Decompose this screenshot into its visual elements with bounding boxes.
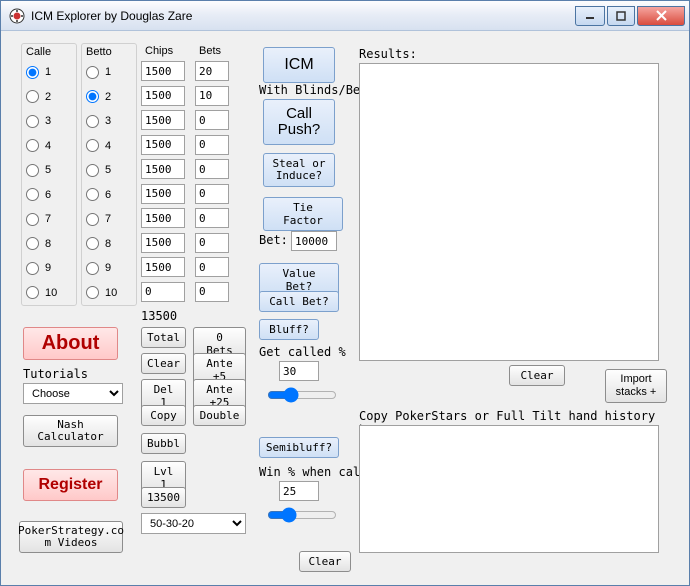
icm-button[interactable]: ICM — [263, 47, 335, 83]
caller-radio-8[interactable]: 8 — [22, 232, 76, 257]
caller-radio-6[interactable]: 6 — [22, 183, 76, 208]
bets-input-6[interactable] — [195, 184, 229, 204]
bettor-radio-10[interactable]: 10 — [82, 281, 136, 306]
caller-radio-3[interactable]: 3 — [22, 109, 76, 134]
pokerstrategy-videos-button[interactable]: PokerStrategy.co m Videos — [19, 521, 123, 553]
bettor-radio-3[interactable]: 3 — [82, 109, 136, 134]
caller-radio-7[interactable]: 7 — [22, 207, 76, 232]
tutorials-select[interactable]: Choose — [23, 383, 123, 404]
close-button[interactable] — [637, 6, 685, 26]
tie-factor-button[interactable]: Tie Factor — [263, 197, 343, 231]
chips-input-5[interactable] — [141, 159, 185, 179]
steal-or-induce-button[interactable]: Steal or Induce? — [263, 153, 335, 187]
clear-stacks-button[interactable]: Clear — [141, 353, 186, 374]
minimize-button[interactable] — [575, 6, 605, 26]
bet-input[interactable] — [291, 231, 337, 251]
results-textarea[interactable] — [359, 63, 659, 361]
nash-calculator-button[interactable]: Nash Calculator — [23, 415, 118, 447]
win-pct-slider[interactable] — [267, 507, 337, 523]
chips-input-8[interactable] — [141, 233, 185, 253]
bets-input-1[interactable] — [195, 61, 229, 81]
payout-select[interactable]: 50-30-20 — [141, 513, 246, 534]
window-title: ICM Explorer by Douglas Zare — [31, 9, 573, 23]
chips-input-4[interactable] — [141, 135, 185, 155]
chips-input-9[interactable] — [141, 257, 185, 277]
tutorials-label: Tutorials — [23, 367, 88, 381]
win-pct-input[interactable] — [279, 481, 319, 501]
stack-total-button[interactable]: 13500 — [141, 487, 186, 508]
caller-radio-2[interactable]: 2 — [22, 85, 76, 110]
bets-input-9[interactable] — [195, 257, 229, 277]
chips-input-6[interactable] — [141, 184, 185, 204]
chips-input-10[interactable] — [141, 282, 185, 302]
about-button[interactable]: About — [23, 327, 118, 360]
call-push-button[interactable]: Call Push? — [263, 99, 335, 145]
call-bet-button[interactable]: Call Bet? — [259, 291, 339, 312]
bettor-radio-5[interactable]: 5 — [82, 158, 136, 183]
clear-results-button[interactable]: Clear — [509, 365, 565, 386]
hand-history-textarea[interactable] — [359, 425, 659, 553]
chips-input-2[interactable] — [141, 86, 185, 106]
total-button[interactable]: Total — [141, 327, 186, 348]
maximize-button[interactable] — [607, 6, 635, 26]
caller-radio-1[interactable]: 1 — [22, 60, 76, 85]
chips-input-7[interactable] — [141, 208, 185, 228]
chips-input-1[interactable] — [141, 61, 185, 81]
bets-input-7[interactable] — [195, 208, 229, 228]
results-label: Results: — [359, 47, 417, 61]
import-stacks-button[interactable]: Import stacks + — [605, 369, 667, 403]
caller-radio-4[interactable]: 4 — [22, 134, 76, 159]
bets-header: Bets — [195, 43, 243, 59]
caller-radio-9[interactable]: 9 — [22, 256, 76, 281]
bettor-radio-4[interactable]: 4 — [82, 134, 136, 159]
bets-input-10[interactable] — [195, 282, 229, 302]
bluff-button[interactable]: Bluff? — [259, 319, 319, 340]
bets-input-3[interactable] — [195, 110, 229, 130]
register-button[interactable]: Register — [23, 469, 118, 501]
bets-input-2[interactable] — [195, 86, 229, 106]
bettor-group: Betto 12345678910 — [81, 43, 137, 306]
get-called-label: Get called % — [259, 345, 346, 359]
copy-button[interactable]: Copy — [141, 405, 186, 426]
get-called-slider[interactable] — [267, 387, 337, 403]
bettor-radio-7[interactable]: 7 — [82, 207, 136, 232]
titlebar: ICM Explorer by Douglas Zare — [1, 1, 689, 31]
app-icon — [9, 8, 25, 24]
bets-input-8[interactable] — [195, 233, 229, 253]
caller-radio-10[interactable]: 10 — [22, 281, 76, 306]
bettor-radio-2[interactable]: 2 — [82, 85, 136, 110]
bettor-header: Betto — [82, 44, 136, 60]
chips-input-3[interactable] — [141, 110, 185, 130]
get-called-input[interactable] — [279, 361, 319, 381]
bubble-button[interactable]: Bubbl — [141, 433, 186, 454]
bettor-radio-8[interactable]: 8 — [82, 232, 136, 257]
bettor-radio-9[interactable]: 9 — [82, 256, 136, 281]
bets-input-5[interactable] — [195, 159, 229, 179]
caller-group: Calle 12345678910 — [21, 43, 77, 306]
total-chips-value: 13500 — [141, 309, 177, 323]
bets-input-4[interactable] — [195, 135, 229, 155]
chips-header: Chips — [141, 43, 189, 59]
double-button[interactable]: Double — [193, 405, 246, 426]
bet-label: Bet: — [259, 233, 288, 247]
caller-header: Calle — [22, 44, 76, 60]
clear-calc-button[interactable]: Clear — [299, 551, 351, 572]
semibluff-button[interactable]: Semibluff? — [259, 437, 339, 458]
bettor-radio-6[interactable]: 6 — [82, 183, 136, 208]
caller-radio-5[interactable]: 5 — [22, 158, 76, 183]
bettor-radio-1[interactable]: 1 — [82, 60, 136, 85]
